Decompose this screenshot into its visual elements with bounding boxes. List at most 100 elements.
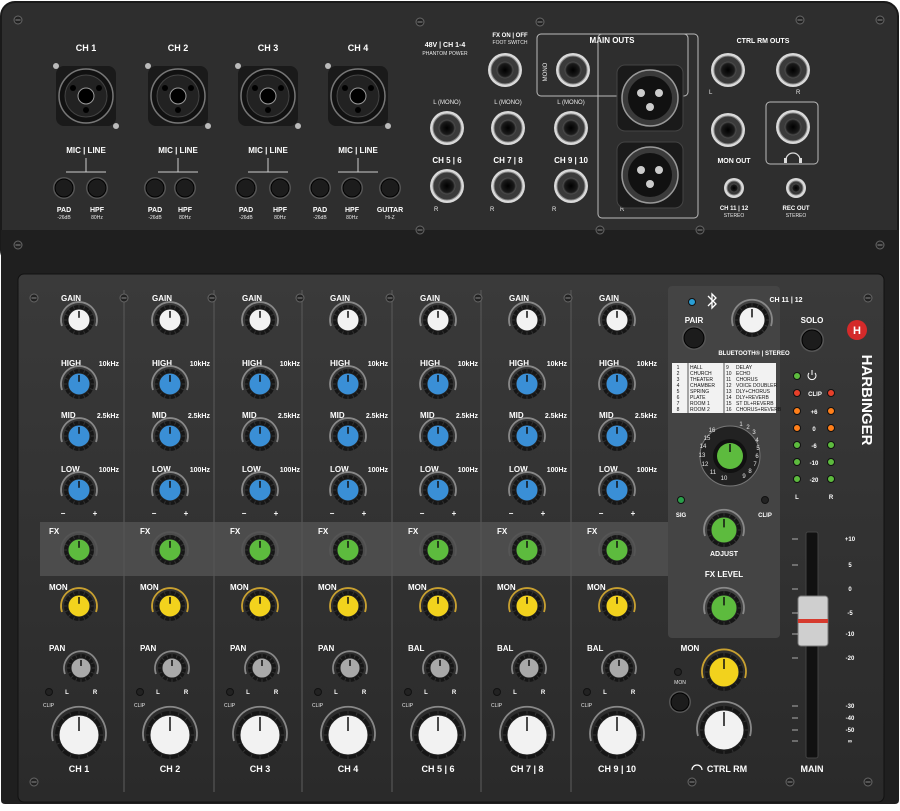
ch5-input-jack[interactable] <box>430 111 464 145</box>
ch3-pad-button[interactable] <box>235 177 257 199</box>
main-out-r-xlr[interactable] <box>616 141 684 209</box>
clip-led <box>583 688 591 696</box>
mid-freq-label: 2.5kHz <box>456 413 479 420</box>
meter-l-led <box>793 441 801 449</box>
meter-scale-label: -20 <box>810 478 819 484</box>
solo-label: SOLO <box>801 316 824 325</box>
ch2-hpf-button[interactable] <box>174 177 196 199</box>
screw-icon <box>595 225 605 235</box>
plus-label: + <box>631 509 636 518</box>
ch8-input-jack[interactable] <box>491 169 525 203</box>
pan-l-label: L <box>424 690 428 696</box>
fx-label: FX <box>408 527 419 536</box>
headphone-jack[interactable] <box>776 110 810 144</box>
hpf-sublabel: 80Hz <box>346 215 358 221</box>
low-freq-label: 100Hz <box>99 467 120 474</box>
adjust-label: ADJUST <box>710 551 739 558</box>
mono-out-jack[interactable] <box>556 53 590 87</box>
minus-label: − <box>152 509 157 518</box>
solo-button[interactable] <box>800 328 824 352</box>
pad-label: PAD <box>313 207 327 214</box>
plus-label: + <box>362 509 367 518</box>
ch3-switch-label: MIC | LINE <box>248 146 288 155</box>
hpf-label: HPF <box>273 207 288 214</box>
screw-icon <box>13 15 23 25</box>
fx-label: FX <box>140 527 151 536</box>
fx-label: FX <box>318 527 329 536</box>
ch1112-stereo-in-jack[interactable] <box>724 178 744 198</box>
screw-icon <box>207 293 217 303</box>
ch7-input-jack[interactable] <box>491 111 525 145</box>
ch2-pad-button[interactable] <box>144 177 166 199</box>
screw-icon <box>875 15 885 25</box>
clip-label: CLIP <box>224 703 236 709</box>
ch2-combo-input[interactable] <box>145 63 211 129</box>
fx-switch-sublabel: FOOT SWITCH <box>493 40 528 46</box>
ch2-label: CH 2 <box>168 43 189 53</box>
ch910-label: CH 9 | 10 <box>554 156 588 165</box>
ch10-input-jack[interactable] <box>554 169 588 203</box>
low-freq-label: 100Hz <box>547 467 568 474</box>
high-freq-label: 10kHz <box>99 361 120 368</box>
mon-label: MON <box>318 583 337 592</box>
ch78-r-label: R <box>490 207 495 213</box>
clip-label: CLIP <box>43 703 55 709</box>
selector-number: 14 <box>700 444 707 450</box>
screw-icon <box>687 777 697 787</box>
meter-l-led <box>793 424 801 432</box>
plus-label: + <box>184 509 189 518</box>
plus-label: + <box>93 509 98 518</box>
ctrl-rm-out-r-jack[interactable] <box>776 53 810 87</box>
selector-number: 12 <box>702 462 709 468</box>
screw-icon <box>785 777 795 787</box>
mon-button[interactable] <box>669 691 691 713</box>
ch56-r-label: R <box>434 207 439 213</box>
preset-number: 16 <box>726 407 732 413</box>
main-out-l-xlr[interactable] <box>616 64 684 132</box>
ch1-pad-button[interactable] <box>53 177 75 199</box>
mon-led <box>674 668 682 676</box>
mon-out-jack[interactable] <box>711 113 745 147</box>
ctrl-rm-out-l-jack[interactable] <box>711 53 745 87</box>
foot-switch-jack[interactable] <box>488 53 522 87</box>
strip-name-label: CH 3 <box>250 764 271 774</box>
selector-number: 13 <box>699 453 706 459</box>
rec-out-jack[interactable] <box>786 178 806 198</box>
ch1-hpf-button[interactable] <box>86 177 108 199</box>
meter-l-led <box>793 475 801 483</box>
pan-l-label: L <box>156 690 160 696</box>
guitar-hiz-button[interactable] <box>379 177 401 199</box>
ch3-hpf-button[interactable] <box>269 177 291 199</box>
pad-label: PAD <box>148 207 162 214</box>
pan-label: BAL <box>497 644 514 653</box>
fx-level-label: FX LEVEL <box>705 570 743 579</box>
pan-label: PAN <box>230 644 247 653</box>
clip-led <box>45 688 53 696</box>
mixer-graphic: CH 1 CH 2 CH 3 CH 4 MIC | LINE MIC | LIN… <box>0 1 899 804</box>
meter-l-led <box>793 458 801 466</box>
ch6-input-jack[interactable] <box>430 169 464 203</box>
sig-label: SIG <box>676 513 687 519</box>
pan-l-label: L <box>65 690 69 696</box>
meter-r-led <box>827 407 835 415</box>
ch1-combo-input[interactable] <box>53 63 119 129</box>
clip-led <box>136 688 144 696</box>
ch3-combo-input[interactable] <box>235 63 301 129</box>
ctrl-rm-outs-label: CTRL RM OUTS <box>737 38 790 45</box>
pan-r-label: R <box>184 690 189 696</box>
selector-number: 16 <box>709 428 716 434</box>
ch4-combo-input[interactable] <box>325 63 391 129</box>
ch4-hpf-button[interactable] <box>341 177 363 199</box>
meter-scale-label: -6 <box>811 444 817 450</box>
fx-label: FX <box>587 527 598 536</box>
ch9-input-jack[interactable] <box>554 111 588 145</box>
screw-icon <box>875 240 885 250</box>
screw-icon <box>415 225 425 235</box>
ch4-pad-button[interactable] <box>309 177 331 199</box>
power-led <box>793 372 801 380</box>
logo-letter: H <box>853 325 861 337</box>
mon-label: MON <box>587 583 606 592</box>
meter-r-led <box>827 458 835 466</box>
mon-led-label: MON <box>674 680 686 686</box>
pair-button[interactable] <box>682 326 706 350</box>
